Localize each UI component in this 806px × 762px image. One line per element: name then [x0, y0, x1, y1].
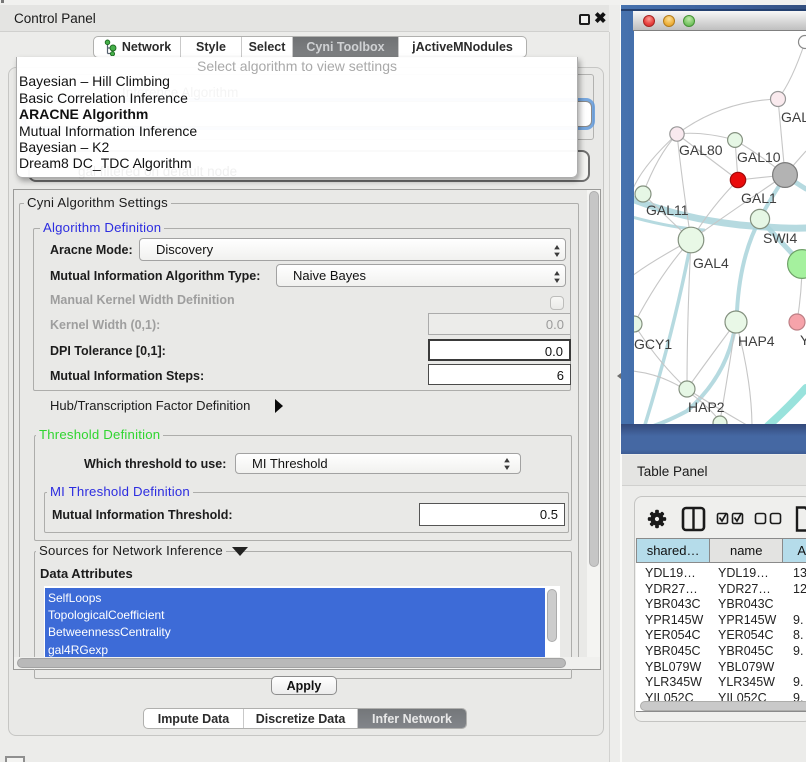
svg-text:GAL11: GAL11	[646, 202, 689, 218]
svg-text:HAP4: HAP4	[738, 333, 775, 349]
svg-text:GAL: GAL	[781, 109, 806, 125]
svg-text:SWI4: SWI4	[763, 230, 797, 246]
svg-text:Y: Y	[800, 332, 806, 348]
svg-text:GAL4: GAL4	[693, 255, 729, 271]
svg-text:HAP2: HAP2	[688, 399, 725, 415]
svg-text:GAL80: GAL80	[679, 142, 723, 158]
svg-text:GCY1: GCY1	[634, 336, 672, 352]
svg-text:GAL10: GAL10	[737, 149, 781, 165]
svg-text:GAL1: GAL1	[741, 190, 777, 206]
